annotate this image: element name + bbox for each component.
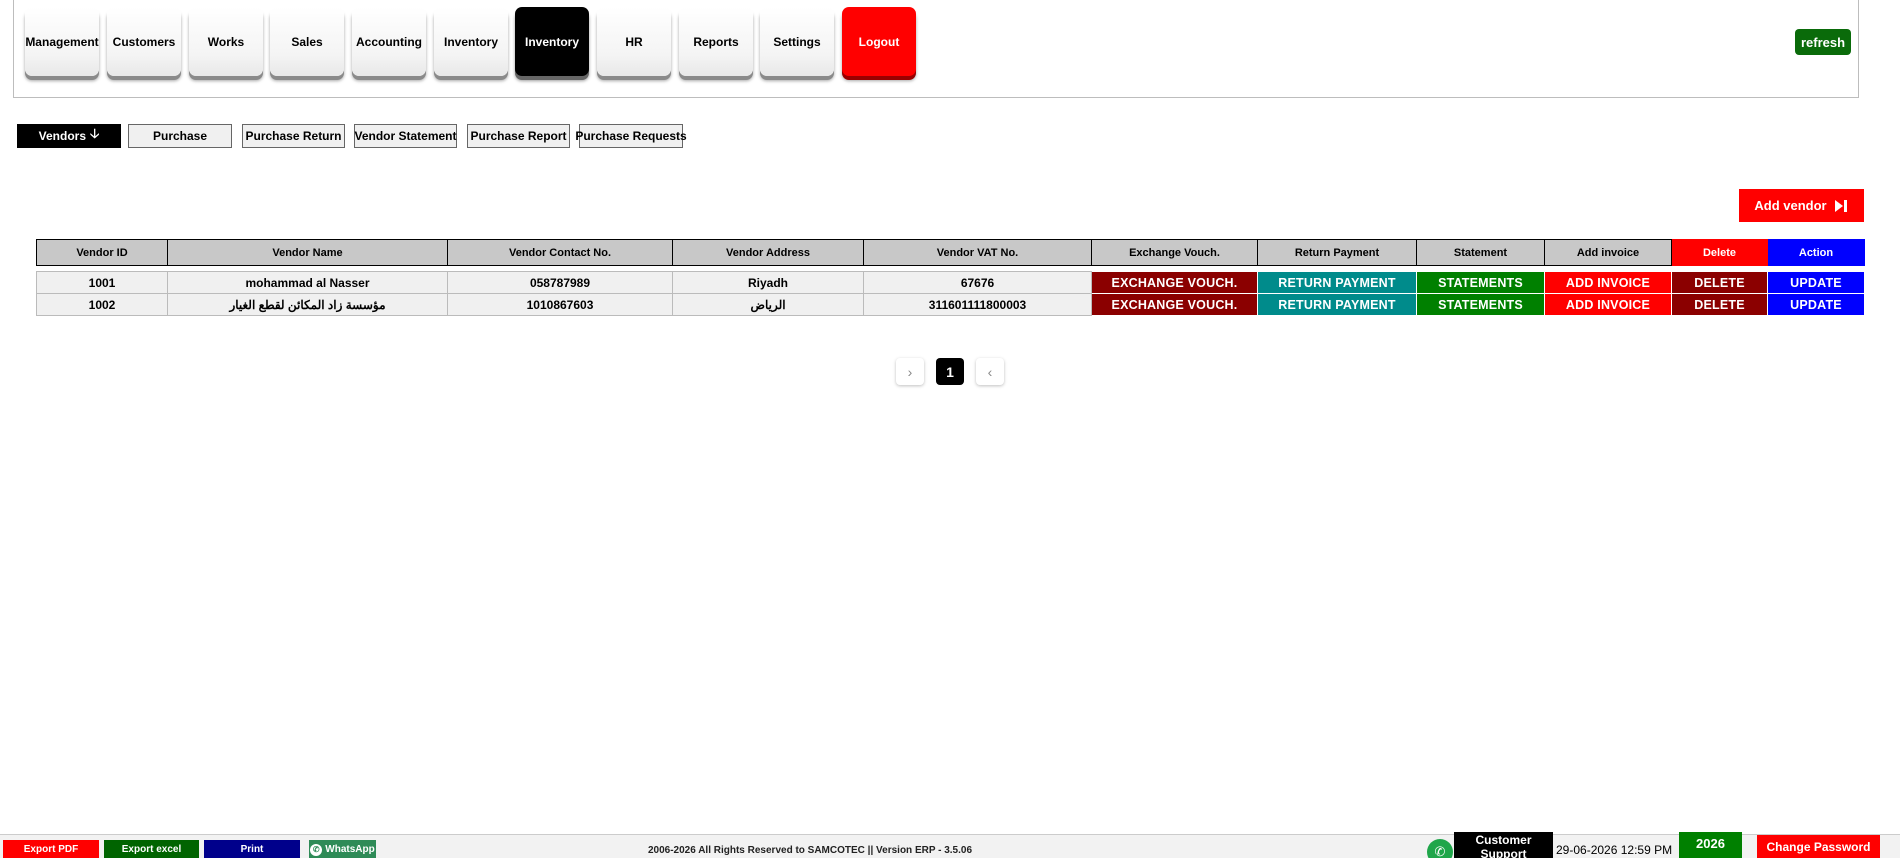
skip-forward-icon bbox=[1833, 198, 1849, 214]
chevron-right-icon: › bbox=[907, 363, 913, 380]
table-header-row: Vendor ID Vendor Name Vendor Contact No.… bbox=[36, 239, 1865, 266]
export-excel-button[interactable]: Export excel bbox=[104, 840, 199, 858]
nav-customers-button[interactable]: Customers bbox=[107, 7, 181, 76]
header-vendor-address: Vendor Address bbox=[672, 239, 864, 266]
cell-vendor-name: mohammad al Nasser bbox=[167, 271, 448, 294]
whatsapp-icon: ✆ bbox=[310, 843, 323, 856]
header-add-invoice: Add invoice bbox=[1544, 239, 1672, 266]
copyright-text: 2006-2026 All Rights Reserved to SAMCOTE… bbox=[647, 845, 973, 856]
current-datetime: 29-06-2026 12:59 PM bbox=[1556, 843, 1673, 857]
whatsapp-label: WhatsApp bbox=[325, 844, 375, 855]
add-vendor-label: Add vendor bbox=[1754, 198, 1827, 213]
tab-purchase-report[interactable]: Purchase Report bbox=[467, 124, 570, 148]
update-button[interactable]: UPDATE bbox=[1767, 293, 1865, 316]
cell-vendor-id: 1001 bbox=[36, 271, 168, 294]
delete-button[interactable]: DELETE bbox=[1671, 293, 1768, 316]
whatsapp-button[interactable]: ✆ WhatsApp bbox=[309, 840, 376, 858]
header-exchange-vouch: Exchange Vouch. bbox=[1091, 239, 1258, 266]
top-nav-panel: Management Customers Works Sales Account… bbox=[13, 0, 1859, 98]
header-statement: Statement bbox=[1416, 239, 1545, 266]
export-pdf-button[interactable]: Export PDF bbox=[3, 840, 99, 858]
cell-vendor-contact: 1010867603 bbox=[447, 293, 673, 316]
nav-inventory-active-button[interactable]: Inventory bbox=[515, 7, 589, 76]
nav-hr-button[interactable]: HR bbox=[597, 7, 671, 76]
nav-reports-button[interactable]: Reports bbox=[679, 7, 753, 76]
header-action: Action bbox=[1767, 239, 1865, 266]
arrow-down-icon: 🡣 bbox=[90, 126, 100, 141]
nav-sales-button[interactable]: Sales bbox=[270, 7, 344, 76]
tab-purchase-return[interactable]: Purchase Return bbox=[242, 124, 345, 148]
footer-bar: Export PDF Export excel Print ✆ WhatsApp… bbox=[0, 832, 1900, 858]
add-invoice-button[interactable]: ADD INVOICE bbox=[1544, 271, 1672, 294]
nav-accounting-button[interactable]: Accounting bbox=[352, 7, 426, 76]
tab-vendors[interactable]: Vendors 🡣 bbox=[17, 124, 121, 148]
return-payment-button[interactable]: RETURN PAYMENT bbox=[1257, 293, 1417, 316]
pagination-next-button[interactable]: ‹ bbox=[976, 358, 1004, 385]
nav-inventory-button[interactable]: Inventory bbox=[434, 7, 508, 76]
update-button[interactable]: UPDATE bbox=[1767, 271, 1865, 294]
vendors-table: Vendor ID Vendor Name Vendor Contact No.… bbox=[36, 239, 1865, 316]
tab-vendors-label: Vendors bbox=[38, 129, 86, 143]
cell-vendor-id: 1002 bbox=[36, 293, 168, 316]
nav-management-button[interactable]: Management bbox=[25, 7, 99, 76]
cell-vendor-vat: 311601111800003 bbox=[863, 293, 1092, 316]
delete-button[interactable]: DELETE bbox=[1671, 271, 1768, 294]
cell-vendor-name: مؤسسة زاد المكائن لقطع الغيار bbox=[167, 293, 448, 316]
nav-settings-button[interactable]: Settings bbox=[760, 7, 834, 76]
cell-vendor-vat: 67676 bbox=[863, 271, 1092, 294]
pagination-page-current[interactable]: 1 bbox=[936, 358, 964, 385]
header-vendor-id: Vendor ID bbox=[36, 239, 168, 266]
cell-vendor-address: Riyadh bbox=[672, 271, 864, 294]
exchange-vouch-button[interactable]: EXCHANGE VOUCH. bbox=[1091, 293, 1258, 316]
tab-vendor-statement[interactable]: Vendor Statement bbox=[354, 124, 457, 148]
pagination-prev-button[interactable]: › bbox=[896, 358, 924, 385]
whatsapp-support-icon[interactable]: ✆ bbox=[1427, 839, 1453, 858]
cell-vendor-contact: 058787989 bbox=[447, 271, 673, 294]
tab-purchase-requests[interactable]: Purchase Requests bbox=[575, 124, 687, 148]
header-return-payment: Return Payment bbox=[1257, 239, 1417, 266]
nav-works-button[interactable]: Works bbox=[189, 7, 263, 76]
statements-button[interactable]: STATEMENTS bbox=[1416, 271, 1545, 294]
header-vendor-vat: Vendor VAT No. bbox=[863, 239, 1092, 266]
print-button[interactable]: Print bbox=[204, 840, 300, 858]
add-invoice-button[interactable]: ADD INVOICE bbox=[1544, 293, 1672, 316]
table-row: 1002 مؤسسة زاد المكائن لقطع الغيار 10108… bbox=[36, 293, 1865, 316]
add-vendor-button[interactable]: Add vendor bbox=[1739, 189, 1864, 222]
header-vendor-contact: Vendor Contact No. bbox=[447, 239, 673, 266]
table-row: 1001 mohammad al Nasser 058787989 Riyadh… bbox=[36, 271, 1865, 294]
cell-vendor-address: الرياض bbox=[672, 293, 864, 316]
refresh-button[interactable]: refresh bbox=[1795, 29, 1851, 55]
statements-button[interactable]: STATEMENTS bbox=[1416, 293, 1545, 316]
chevron-left-icon: ‹ bbox=[987, 363, 993, 380]
header-delete: Delete bbox=[1671, 239, 1768, 266]
customer-support-button[interactable]: Customer Support bbox=[1454, 832, 1553, 858]
year-badge: 2026 bbox=[1679, 832, 1742, 858]
return-payment-button[interactable]: RETURN PAYMENT bbox=[1257, 271, 1417, 294]
exchange-vouch-button[interactable]: EXCHANGE VOUCH. bbox=[1091, 271, 1258, 294]
logout-button[interactable]: Logout bbox=[842, 7, 916, 76]
tab-purchase[interactable]: Purchase bbox=[128, 124, 232, 148]
change-password-button[interactable]: Change Password bbox=[1757, 835, 1880, 858]
header-vendor-name: Vendor Name bbox=[167, 239, 448, 266]
